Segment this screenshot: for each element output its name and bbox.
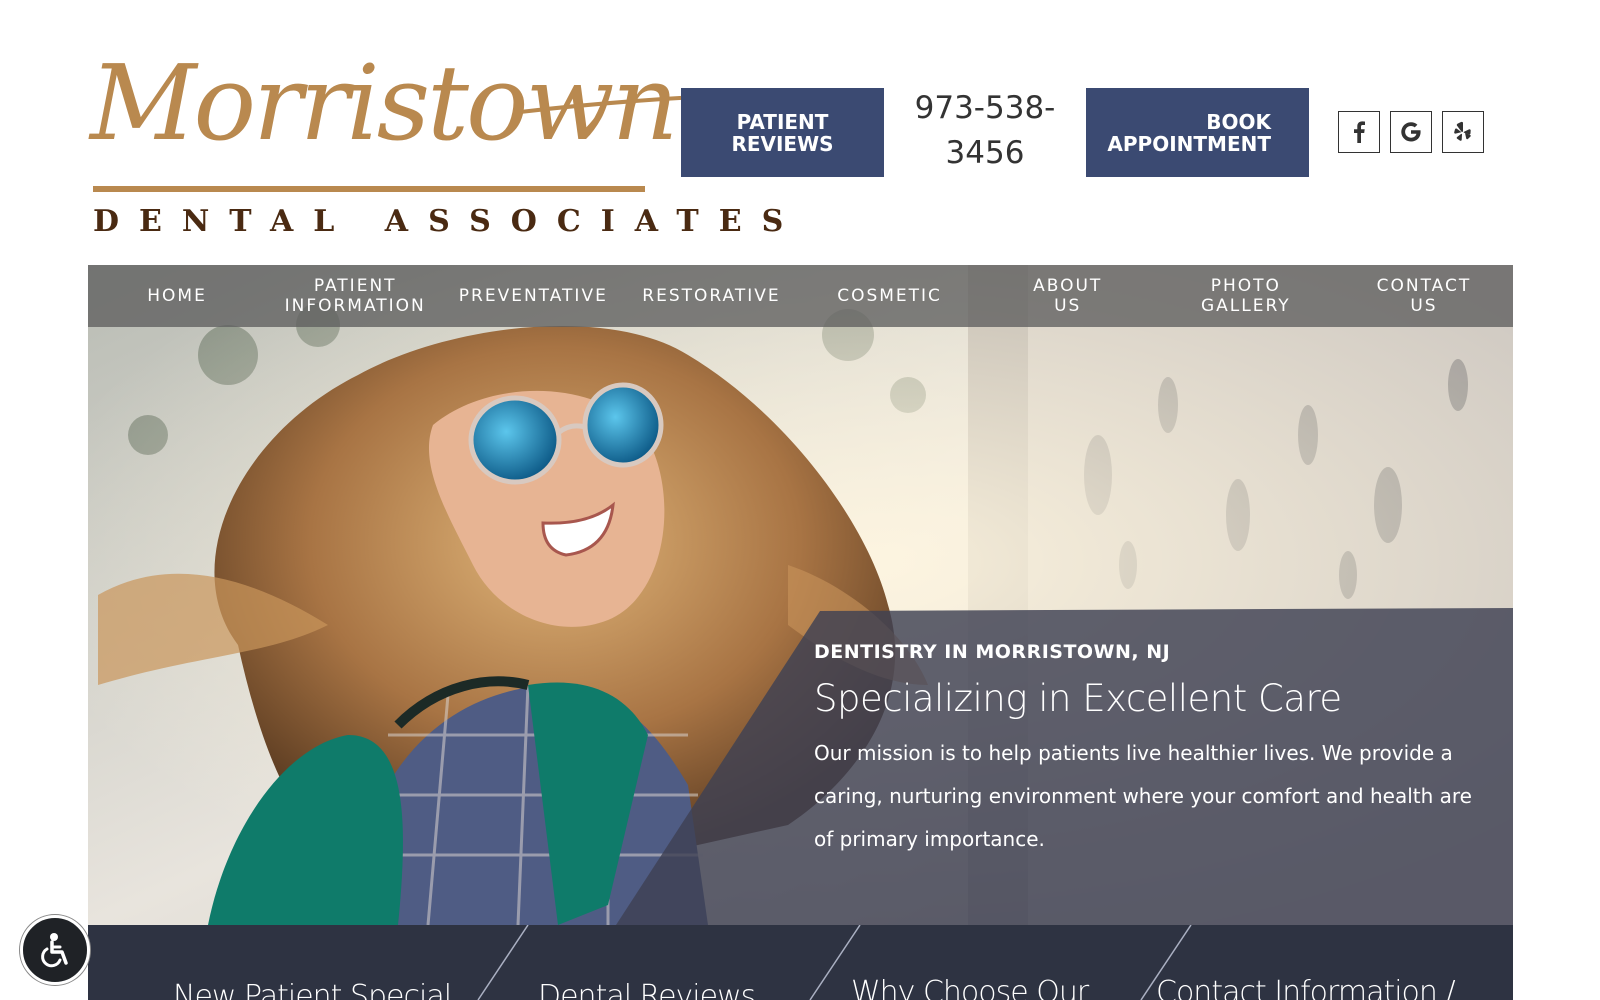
facebook-link[interactable] <box>1338 111 1380 153</box>
book-appointment-button[interactable]: BOOK APPOINTMENT <box>1086 88 1309 177</box>
hero-text-block: DENTISTRY IN MORRISTOWN, NJ Specializing… <box>814 641 1486 861</box>
phone-number[interactable]: 973-538-3456 <box>905 86 1065 176</box>
hero-title: Specializing in Excellent Care <box>814 677 1342 720</box>
band-link-why-choose[interactable]: Why Choose Our <box>851 975 1089 1000</box>
google-link[interactable] <box>1390 111 1432 153</box>
google-icon <box>1401 122 1421 142</box>
band-link-contact-information[interactable]: Contact Information / <box>1156 975 1456 1000</box>
accessibility-icon <box>41 933 68 968</box>
yelp-icon <box>1454 121 1471 141</box>
hero-kicker: DENTISTRY IN MORRISTOWN, NJ <box>814 641 1171 663</box>
feature-band: New Patient Special Dental Reviews Why C… <box>88 925 1513 1000</box>
facebook-icon <box>1354 121 1365 143</box>
band-link-new-patient[interactable]: New Patient Special <box>173 979 452 1000</box>
yelp-link[interactable] <box>1442 111 1484 153</box>
logo[interactable]: Morristown DENTAL ASSOCIATES <box>90 28 783 239</box>
band-link-dental-reviews[interactable]: Dental Reviews <box>538 979 756 1000</box>
logo-underline <box>93 186 645 192</box>
accessibility-button[interactable] <box>20 915 90 985</box>
hero-body: Our mission is to help patients live hea… <box>814 741 1472 851</box>
logo-subtitle: DENTAL ASSOCIATES <box>93 204 804 239</box>
hero-section: HOME PATIENT INFORMATION PREVENTATIVE RE… <box>88 265 1513 925</box>
patient-reviews-button[interactable]: PATIENT REVIEWS <box>681 88 884 177</box>
